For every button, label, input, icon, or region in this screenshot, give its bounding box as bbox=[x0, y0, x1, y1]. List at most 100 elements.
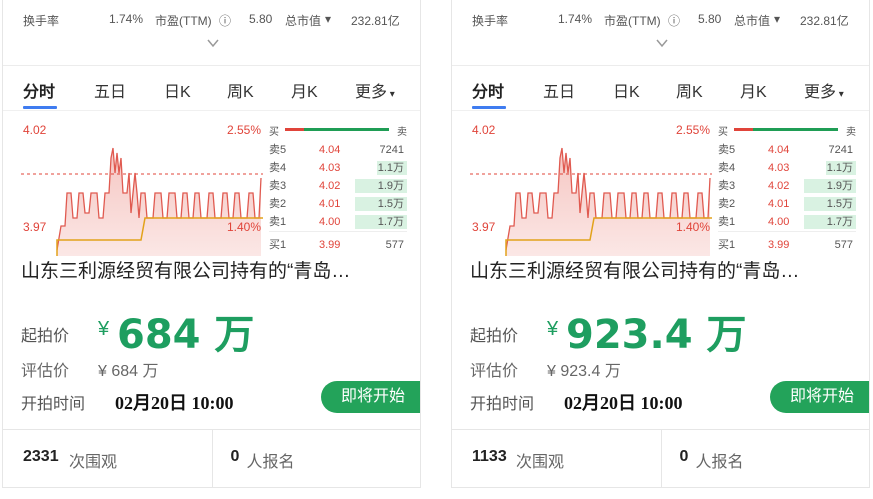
row-volume: 1.1万 bbox=[826, 162, 853, 174]
ratio-buy-fill bbox=[734, 128, 753, 131]
auction-card[interactable]: 换手率 1.74% 市盈(TTM) ⓘ 5.80 总市值 ▾ 232.81亿 分… bbox=[2, 0, 421, 488]
sell-label: 卖 bbox=[397, 127, 407, 138]
views-cell: 1133 次围观 bbox=[452, 430, 661, 487]
order-book-row: 卖3 4.02 1.9万 bbox=[718, 178, 856, 194]
row-volume: 577 bbox=[385, 239, 404, 251]
row-volume: 1.9万 bbox=[377, 180, 404, 192]
ratio-buy-fill bbox=[285, 128, 304, 131]
mcap-label[interactable]: 总市值 bbox=[285, 12, 321, 29]
order-book-row: 买1 3.99 577 bbox=[269, 237, 407, 253]
row-volume: 1.1万 bbox=[377, 162, 404, 174]
info-icon[interactable]: ⓘ bbox=[219, 12, 231, 29]
order-book-row: 卖3 4.02 1.9万 bbox=[269, 178, 407, 194]
row-label: 买1 bbox=[269, 239, 287, 251]
auction-time-value: 02月20日 10:00 bbox=[115, 393, 234, 413]
status-badge[interactable]: 即将开始 bbox=[321, 381, 420, 413]
caret-down-icon[interactable]: ▾ bbox=[325, 12, 331, 26]
views-count: 1133 bbox=[472, 448, 507, 465]
order-book-divider bbox=[269, 231, 407, 232]
row-label: 卖4 bbox=[718, 162, 736, 174]
tab-five-day[interactable]: 五日 bbox=[94, 78, 126, 102]
row-volume: 7241 bbox=[828, 144, 853, 156]
chart-tabs: 分时 五日 日K 周K 月K 更多 ▾ bbox=[3, 70, 420, 110]
auction-title[interactable]: 山东三利源经贸有限公司持有的“青岛… bbox=[21, 256, 405, 290]
caret-down-icon: ▾ bbox=[387, 89, 395, 100]
eval-price-row: 评估价 ¥ 684 万 bbox=[21, 355, 401, 380]
order-book-row: 卖5 4.04 7241 bbox=[718, 142, 856, 158]
row-price: 3.99 bbox=[319, 239, 341, 251]
status-badge[interactable]: 即将开始 bbox=[770, 381, 869, 413]
signups-cell: 0 人报名 bbox=[211, 430, 421, 487]
row-label: 买1 bbox=[718, 239, 736, 251]
tab-intraday[interactable]: 分时 bbox=[472, 78, 504, 102]
signups-unit: 人报名 bbox=[246, 454, 295, 471]
row-price: 4.04 bbox=[768, 144, 790, 156]
views-unit: 次围观 bbox=[516, 454, 565, 471]
pct-low-label: 1.40% bbox=[226, 220, 261, 234]
auction-time-label: 开拍时间 bbox=[470, 396, 535, 413]
chevron-down-icon[interactable] bbox=[206, 36, 220, 50]
currency-symbol: ¥ bbox=[547, 318, 559, 340]
eval-price-row: 评估价 ¥ 923.4 万 bbox=[470, 355, 850, 380]
row-label: 卖5 bbox=[269, 144, 287, 156]
chevron-down-icon[interactable] bbox=[655, 36, 669, 50]
info-icon[interactable]: ⓘ bbox=[668, 12, 680, 29]
y-high-label: 4.02 bbox=[23, 123, 47, 137]
buy-label: 买 bbox=[718, 127, 728, 138]
tabs-divider bbox=[3, 110, 420, 111]
mcap-value: 232.81亿 bbox=[351, 14, 400, 28]
tab-weekly-k[interactable]: 周K bbox=[227, 78, 254, 102]
row-label: 卖2 bbox=[718, 198, 736, 210]
row-price: 4.01 bbox=[768, 198, 790, 210]
card-footer: 1133 次围观 0 人报名 bbox=[452, 429, 870, 487]
row-volume: 1.5万 bbox=[377, 198, 404, 210]
row-label: 卖5 bbox=[718, 144, 736, 156]
row-volume: 1.9万 bbox=[826, 180, 853, 192]
start-price-row: 起拍价 ¥ 684 万 bbox=[21, 300, 401, 358]
row-volume: 577 bbox=[834, 239, 853, 251]
pct-high-label: 2.55% bbox=[675, 123, 710, 137]
turnover-value: 1.74% bbox=[109, 12, 144, 26]
mcap-label[interactable]: 总市值 bbox=[734, 12, 770, 29]
row-price: 4.00 bbox=[768, 216, 790, 228]
ratio-bar bbox=[285, 128, 389, 131]
tab-five-day[interactable]: 五日 bbox=[543, 78, 575, 102]
order-book-row: 卖4 4.03 1.1万 bbox=[718, 160, 856, 176]
tab-intraday[interactable]: 分时 bbox=[23, 78, 55, 102]
eval-price-label: 评估价 bbox=[470, 363, 519, 380]
tab-monthly-k[interactable]: 月K bbox=[291, 78, 318, 102]
tab-daily-k[interactable]: 日K bbox=[164, 78, 191, 102]
start-price-label: 起拍价 bbox=[470, 328, 519, 345]
active-tab-indicator bbox=[23, 106, 57, 109]
eval-price-value: ¥ 923.4 万 bbox=[547, 363, 621, 380]
signups-count: 0 bbox=[230, 448, 240, 465]
row-volume: 1.5万 bbox=[826, 198, 853, 210]
row-price: 4.00 bbox=[319, 216, 341, 228]
auction-time-value: 02月20日 10:00 bbox=[564, 393, 683, 413]
turnover-label: 换手率 bbox=[23, 14, 60, 28]
row-price: 4.03 bbox=[768, 162, 790, 174]
turnover-label: 换手率 bbox=[472, 14, 509, 28]
signups-count: 0 bbox=[679, 448, 689, 465]
mcap-value: 232.81亿 bbox=[800, 14, 849, 28]
tab-more[interactable]: 更多 ▾ bbox=[804, 78, 844, 102]
tab-monthly-k[interactable]: 月K bbox=[740, 78, 767, 102]
signups-cell: 0 人报名 bbox=[660, 430, 870, 487]
tab-weekly-k[interactable]: 周K bbox=[676, 78, 703, 102]
row-price: 4.01 bbox=[319, 198, 341, 210]
row-price: 4.03 bbox=[319, 162, 341, 174]
tab-daily-k[interactable]: 日K bbox=[613, 78, 640, 102]
row-price: 4.02 bbox=[768, 180, 790, 192]
pe-label: 市盈(TTM) bbox=[155, 14, 212, 28]
tab-more[interactable]: 更多 ▾ bbox=[355, 78, 395, 102]
order-book-row: 卖2 4.01 1.5万 bbox=[269, 196, 407, 212]
currency-symbol: ¥ bbox=[98, 318, 110, 340]
card-footer: 2331 次围观 0 人报名 bbox=[3, 429, 421, 487]
y-low-label: 3.97 bbox=[23, 220, 47, 234]
auction-card[interactable]: 换手率 1.74% 市盈(TTM) ⓘ 5.80 总市值 ▾ 232.81亿 分… bbox=[451, 0, 870, 488]
row-volume: 1.7万 bbox=[826, 216, 853, 228]
row-price: 4.04 bbox=[319, 144, 341, 156]
auction-title[interactable]: 山东三利源经贸有限公司持有的“青岛… bbox=[470, 256, 854, 290]
row-label: 卖4 bbox=[269, 162, 287, 174]
caret-down-icon[interactable]: ▾ bbox=[774, 12, 780, 26]
